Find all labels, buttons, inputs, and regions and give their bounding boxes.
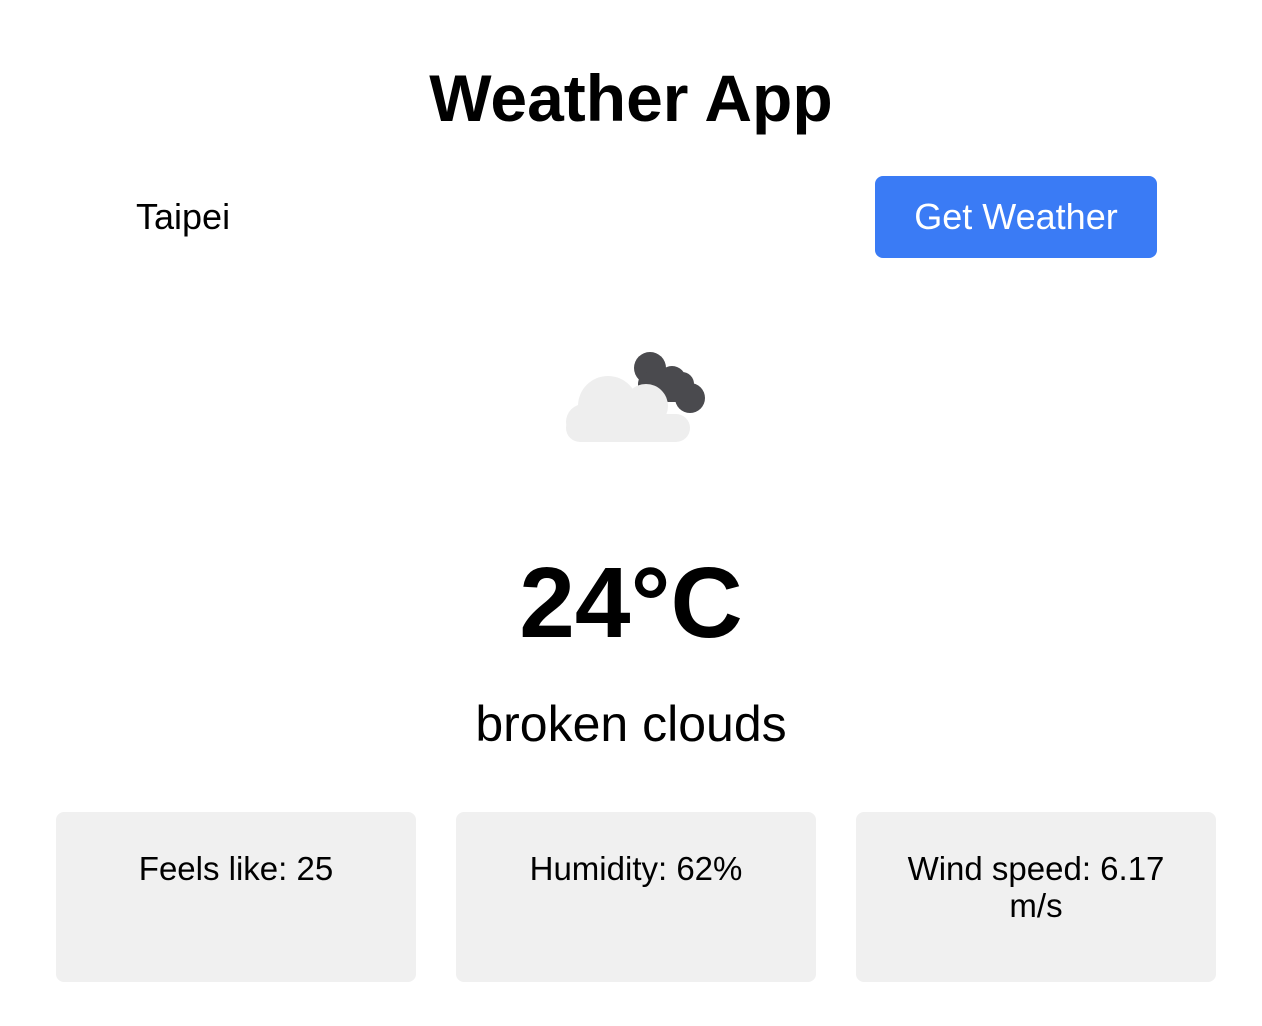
weather-app: Weather App Get Weather 24°C broken clou… <box>0 0 1262 1026</box>
temperature-value: 24°C <box>519 547 743 659</box>
feels-like-card: Feels like: 25 <box>56 812 416 982</box>
humidity-text: Humidity: 62% <box>529 850 743 887</box>
city-input[interactable] <box>118 186 838 248</box>
page-title: Weather App <box>429 61 833 135</box>
weather-description: broken clouds <box>475 696 787 752</box>
wind-speed-text: Wind speed: 6.17 m/s <box>907 850 1165 924</box>
humidity-card: Humidity: 62% <box>456 812 816 982</box>
wind-speed-card: Wind speed: 6.17 m/s <box>856 812 1216 982</box>
get-weather-button[interactable]: Get Weather <box>875 176 1157 258</box>
broken-clouds-icon <box>560 346 716 450</box>
feels-like-text: Feels like: 25 <box>138 850 334 887</box>
